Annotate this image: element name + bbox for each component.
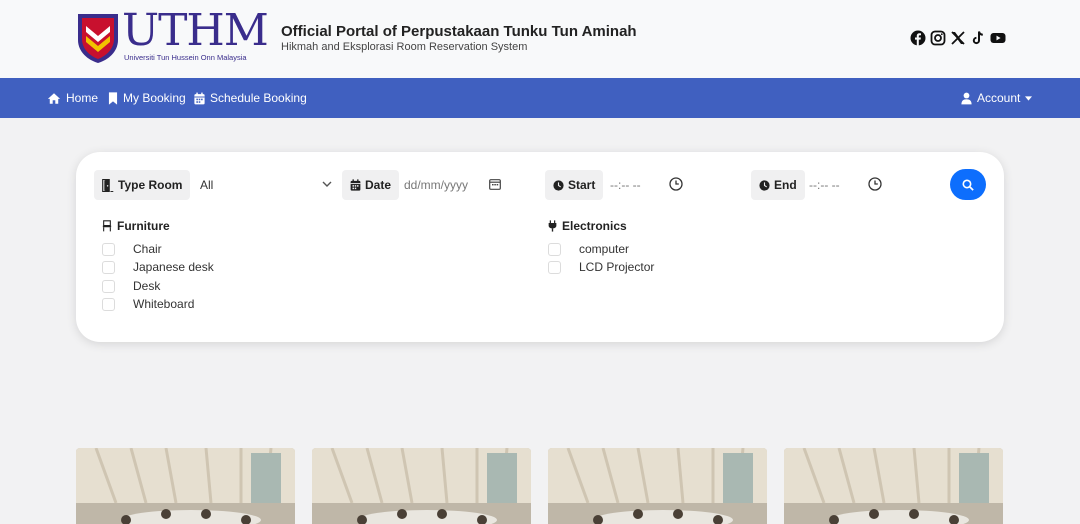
youtube-icon[interactable] [990,30,1006,46]
filter-whiteboard[interactable]: Whiteboard [102,296,194,312]
facebook-icon[interactable] [910,30,926,46]
start-chip: Start [545,170,604,200]
end-chip: End [751,170,805,200]
nav-schedule-booking[interactable]: Schedule Booking [194,78,307,118]
end-label: End [774,178,797,192]
chair-label: Chair [133,242,162,256]
search-icon [962,178,974,191]
lcd-projector-label: LCD Projector [579,260,655,274]
type-room-select[interactable]: All [200,178,213,192]
logo-wordmark: UTHM [122,5,269,56]
lcd-projector-checkbox[interactable] [548,260,561,274]
room-card-image[interactable] [784,448,1003,524]
whiteboard-checkbox[interactable] [102,297,115,311]
door-icon [102,178,114,192]
date-label: Date [365,178,392,192]
room-card-image[interactable] [76,448,295,524]
whiteboard-label: Whiteboard [133,297,195,311]
start-label: Start [568,178,596,192]
uthm-shield-icon [78,14,118,63]
nav-home[interactable]: Home [47,78,98,118]
start-time-picker-icon[interactable] [669,177,683,191]
top-header: UTHM Universiti Tun Hussein Onn Malaysia… [0,0,1080,78]
filter-lcd-projector[interactable]: LCD Projector [548,259,654,275]
caret-down-icon [1025,95,1033,101]
home-icon [47,92,61,104]
room-card-image[interactable] [548,448,767,524]
filter-chair[interactable]: Chair [102,241,162,257]
date-input[interactable]: dd/mm/yyyy [404,178,468,192]
chair-icon [102,220,112,232]
calendar-picker-icon[interactable] [489,178,501,190]
account-label: Account [977,91,1021,105]
date-chip: Date [342,170,400,200]
computer-label: computer [579,242,630,256]
tiktok-icon[interactable] [970,30,986,46]
room-card-image[interactable] [312,448,531,524]
filter-japanese-desk[interactable]: Japanese desk [102,259,214,275]
filter-desk[interactable]: Desk [102,278,160,294]
main-navbar: Home My Booking Schedule Booking Account [0,78,1080,118]
nav-my-booking-label: My Booking [123,91,186,105]
instagram-icon[interactable] [930,30,946,46]
logo-subtitle: Universiti Tun Hussein Onn Malaysia [124,53,247,62]
social-links [910,30,1006,46]
portal-title: Official Portal of Perpustakaan Tunku Tu… [281,23,637,40]
calendar-icon [350,179,361,191]
user-icon [961,92,972,104]
clock-icon [759,179,770,191]
portal-subtitle: Hikmah and Eksplorasi Room Reservation S… [281,41,528,53]
end-time-picker-icon[interactable] [868,177,882,191]
clock-icon [553,179,564,191]
account-dropdown[interactable]: Account [961,78,1033,118]
search-button[interactable] [950,169,986,200]
electronics-label: Electronics [562,219,627,233]
computer-checkbox[interactable] [548,242,561,256]
nav-my-booking[interactable]: My Booking [108,78,186,118]
japanese-desk-checkbox[interactable] [102,260,115,274]
chevron-down-icon[interactable] [322,181,332,187]
calendar-icon [194,92,205,104]
type-room-chip: Type Room [94,170,191,200]
desk-checkbox[interactable] [102,279,115,293]
filter-computer[interactable]: computer [548,241,629,257]
start-time-input[interactable]: --:-- -- [610,178,641,192]
desk-label: Desk [133,279,161,293]
nav-schedule-booking-label: Schedule Booking [210,91,307,105]
furniture-heading: Furniture [102,219,170,233]
nav-home-label: Home [66,91,99,105]
japanese-desk-label: Japanese desk [133,260,214,274]
chair-checkbox[interactable] [102,242,115,256]
electronics-heading: Electronics [548,219,627,233]
x-icon[interactable] [950,30,966,46]
bookmark-icon [108,91,118,105]
furniture-label: Furniture [117,219,170,233]
type-room-label: Type Room [118,178,183,192]
end-time-input[interactable]: --:-- -- [809,178,840,192]
plug-icon [548,220,557,232]
uthm-logo[interactable]: UTHM Universiti Tun Hussein Onn Malaysia [76,6,272,66]
search-card: Type Room All Date dd/mm/yyyy Start --:-… [76,152,1004,342]
